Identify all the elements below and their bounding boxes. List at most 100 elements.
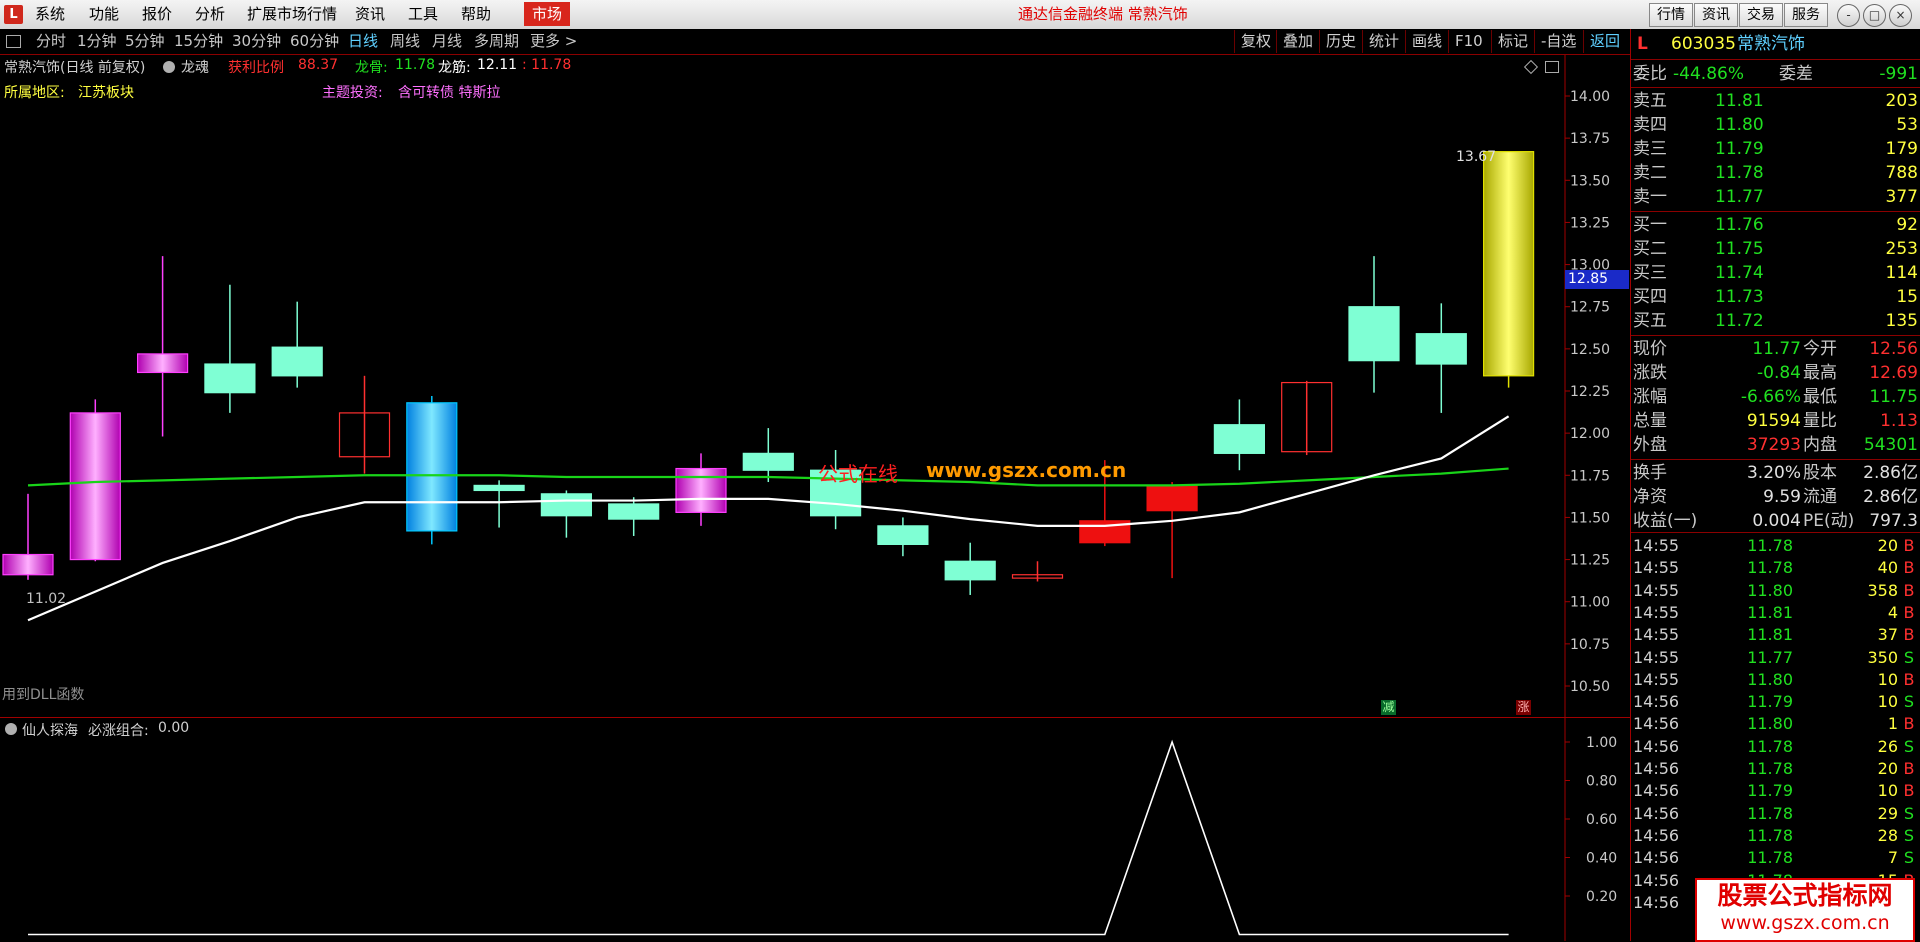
stat-v1: 91594 (1746, 411, 1801, 431)
service-button[interactable]: 服务 (1784, 3, 1828, 27)
bid-row[interactable]: 买四 11.73 15 (1631, 285, 1920, 309)
sub-series-label: 必涨组合: (88, 723, 149, 739)
sub-y-tick-label: 0.20 (1586, 889, 1617, 905)
candle-body[interactable] (69, 412, 121, 561)
tick-t: 14:55 (1633, 625, 1680, 645)
bid-row[interactable]: 买三 11.74 114 (1631, 261, 1920, 285)
stock-header: L 603035 常熟汽饰 (1631, 32, 1920, 56)
tick-row[interactable]: 14:56 11.78 26 S (1631, 736, 1920, 758)
ask-row[interactable]: 卖五 11.81 203 (1631, 89, 1920, 113)
candle-body[interactable] (1213, 424, 1266, 454)
tick-row[interactable]: 14:55 11.80 358 B (1631, 580, 1920, 602)
sub-y-tick-label: 0.40 (1586, 851, 1617, 867)
ask-row[interactable]: 卖四 11.80 53 (1631, 113, 1920, 137)
tick-row[interactable]: 14:55 11.78 20 B (1631, 535, 1920, 557)
stat2-v1: 0.004 (1752, 511, 1801, 531)
window-toggle-icon[interactable] (1545, 61, 1559, 73)
minimize-icon[interactable]: - (1837, 4, 1860, 27)
candle-body[interactable] (271, 346, 323, 377)
tick-q: 4 (1887, 602, 1898, 622)
stat2-k1: 换手 (1633, 463, 1667, 483)
tick-q: 1 (1887, 714, 1898, 734)
indicator-dropdown-icon[interactable] (163, 61, 175, 73)
ask-row[interactable]: 卖二 11.78 788 (1631, 161, 1920, 185)
ask-label: 卖五 (1633, 91, 1667, 111)
candle-body[interactable] (204, 363, 256, 394)
candle-body[interactable] (742, 452, 794, 471)
bid-row[interactable]: 买二 11.75 253 (1631, 237, 1920, 261)
bid-row[interactable]: 买一 11.76 92 (1631, 213, 1920, 237)
candle-body[interactable] (137, 353, 189, 374)
watermark-cn: 公式在线 (818, 462, 898, 486)
candle-body[interactable] (675, 467, 727, 513)
bid-label: 买五 (1633, 311, 1667, 331)
tick-q: 10 (1877, 781, 1898, 801)
stat-v2: 1.13 (1880, 411, 1918, 431)
tick-row[interactable]: 14:56 11.79 10 S (1631, 691, 1920, 713)
tick-row[interactable]: 14:56 11.80 1 B (1631, 713, 1920, 735)
stat-row: 总量 91594 量比 1.13 (1631, 409, 1920, 433)
tick-p: 11.79 (1747, 781, 1793, 801)
candle-body[interactable] (473, 484, 525, 492)
tick-row[interactable]: 14:56 11.78 29 S (1631, 803, 1920, 825)
tick-row[interactable]: 14:56 11.78 20 B (1631, 758, 1920, 780)
bid-row[interactable]: 买五 11.72 135 (1631, 309, 1920, 333)
tendon-value: 12.11 (477, 57, 518, 73)
stock-letter: L (1637, 34, 1648, 54)
candle-body[interactable] (2, 553, 54, 576)
news-button[interactable]: 资讯 (1694, 3, 1738, 27)
tick-p: 11.78 (1747, 803, 1793, 823)
candle-body[interactable] (944, 560, 996, 581)
tick-q: 7 (1887, 848, 1898, 868)
candle-body[interactable] (406, 402, 458, 532)
kline-chart[interactable]: 14.0013.7513.5013.2513.0012.7512.5012.25… (0, 0, 1630, 941)
candle-body[interactable] (1348, 306, 1400, 362)
rise-tag: 涨 (1516, 700, 1531, 715)
tick-row[interactable]: 14:56 11.78 7 S (1631, 847, 1920, 869)
y-tick-label: 11.75 (1570, 468, 1610, 484)
stock-name: 常熟汽饰 (1737, 34, 1805, 54)
stat-k2: 今开 (1803, 339, 1837, 359)
tick-row[interactable]: 14:55 11.81 37 B (1631, 624, 1920, 646)
bone-value: 11.78 (395, 57, 436, 73)
candle-body[interactable] (540, 493, 593, 517)
ask-row[interactable]: 卖三 11.79 179 (1631, 137, 1920, 161)
dll-note: 用到DLL函数 (2, 687, 85, 703)
watermark-stamp: 股票公式指标网 www.gszx.com.cn (1695, 878, 1915, 942)
candle-body[interactable] (877, 525, 929, 545)
tick-d: B (1903, 759, 1915, 778)
candle-body[interactable] (608, 503, 660, 520)
ask-label: 卖三 (1633, 139, 1667, 159)
bid-volume: 135 (1885, 311, 1918, 331)
quote-panel: L 603035 常熟汽饰 委比 -44.86% 委差 -991 卖五 11.81… (1631, 29, 1920, 941)
sub-indicator-dropdown-icon[interactable] (5, 723, 17, 735)
close-icon[interactable]: × (1889, 4, 1912, 27)
tick-d: B (1903, 558, 1915, 578)
tick-d: S (1903, 736, 1915, 756)
candle-body[interactable] (1415, 333, 1467, 365)
tick-p: 11.78 (1747, 558, 1793, 578)
tick-row[interactable]: 14:56 11.78 28 S (1631, 825, 1920, 847)
ask-volume: 788 (1885, 163, 1918, 183)
stat2-k2: PE(动) (1803, 511, 1855, 531)
tick-row[interactable]: 14:55 11.77 350 S (1631, 647, 1920, 669)
stat-v1: 37293 (1746, 435, 1801, 455)
tick-row[interactable]: 14:55 11.78 40 B (1631, 557, 1920, 579)
y-tick-label: 11.00 (1570, 595, 1610, 611)
tick-row[interactable]: 14:56 11.79 10 B (1631, 780, 1920, 802)
tick-row[interactable]: 14:55 11.80 10 B (1631, 669, 1920, 691)
stat2-v2: 2.86亿 (1863, 463, 1918, 483)
tick-d: B (1903, 714, 1915, 734)
tick-t: 14:56 (1633, 781, 1680, 801)
candle-body[interactable] (1146, 484, 1198, 512)
stamp-title: 股票公式指标网 (1717, 881, 1893, 910)
stat2-row: 净资 9.59 流通 2.86亿 (1631, 485, 1920, 509)
quote-button[interactable]: 行情 (1649, 3, 1693, 27)
maximize-icon[interactable]: □ (1863, 4, 1886, 27)
trade-button[interactable]: 交易 (1739, 3, 1783, 27)
tick-p: 11.78 (1747, 825, 1793, 845)
candle-body[interactable] (1482, 151, 1535, 377)
theme-label: 主题投资: (322, 85, 383, 101)
ask-row[interactable]: 卖一 11.77 377 (1631, 185, 1920, 209)
tick-row[interactable]: 14:55 11.81 4 B (1631, 602, 1920, 624)
